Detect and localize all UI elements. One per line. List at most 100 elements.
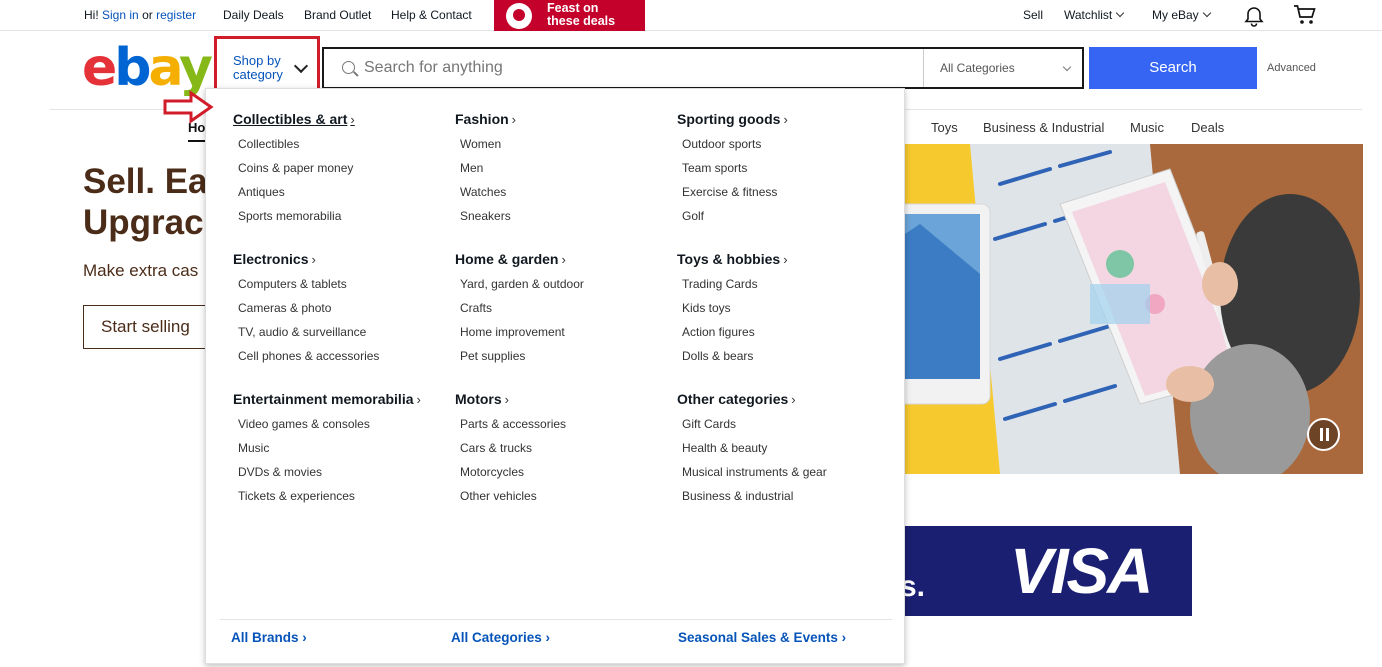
subcategory-link[interactable]: Music	[238, 441, 269, 455]
subcategory-link[interactable]: Home improvement	[460, 325, 565, 339]
chevron-right-icon: ›	[561, 252, 566, 267]
hero-title-line-1: Sell. Ea	[83, 162, 208, 201]
subcategory-link[interactable]: Coins & paper money	[238, 161, 353, 175]
footer-link-label: All Categories	[451, 630, 542, 645]
brand-outlet-link[interactable]: Brand Outlet	[304, 8, 371, 22]
sell-link[interactable]: Sell	[1023, 8, 1043, 22]
cart-icon[interactable]	[1293, 4, 1317, 26]
subcategory-link[interactable]: Video games & consoles	[238, 417, 370, 431]
subcategory-link[interactable]: Crafts	[460, 301, 492, 315]
subcategory-link[interactable]: Yard, garden & outdoor	[460, 277, 584, 291]
subcategory-link[interactable]: Exercise & fitness	[682, 185, 777, 199]
subcategory-link[interactable]: Antiques	[238, 185, 285, 199]
chevron-right-icon: ›	[504, 392, 510, 407]
chevron-right-icon: ›	[350, 112, 355, 127]
top-bar: Hi! Sign in or register Daily Deals Bran…	[0, 0, 1382, 31]
subcategory-link[interactable]: Action figures	[682, 325, 755, 339]
chevron-right-icon: ›	[511, 112, 517, 127]
category-heading-other-categories[interactable]: Other categories ›	[677, 391, 796, 407]
subcategory-link[interactable]: Motorcycles	[460, 465, 524, 479]
category-heading-entertainment-memorabilia[interactable]: Entertainment memorabilia ›	[233, 391, 421, 407]
register-link[interactable]: register	[156, 8, 196, 22]
all-brands-link[interactable]: All Brands ›	[231, 630, 307, 645]
subcategory-link[interactable]: TV, audio & surveillance	[238, 325, 366, 339]
or-text: or	[142, 8, 153, 22]
chevron-right-icon: ›	[783, 252, 788, 267]
subcategory-link[interactable]: Sports memorabilia	[238, 209, 341, 223]
footer-link-label: All Brands	[231, 630, 299, 645]
subcategory-link[interactable]: Sneakers	[460, 209, 511, 223]
subcategory-link[interactable]: Musical instruments & gear	[682, 465, 827, 479]
help-contact-link[interactable]: Help & Contact	[391, 8, 472, 22]
subcategory-link[interactable]: Team sports	[682, 161, 747, 175]
advanced-search-link[interactable]: Advanced	[1267, 62, 1316, 74]
category-heading-label: Entertainment memorabilia	[233, 391, 414, 407]
category-heading-electronics[interactable]: Electronics ›	[233, 251, 316, 267]
subcategory-link[interactable]: Women	[460, 137, 501, 151]
all-categories-link[interactable]: All Categories ›	[451, 630, 550, 645]
category-heading-label: Electronics	[233, 251, 309, 267]
watchlist-label: Watchlist	[1064, 8, 1113, 22]
subcategory-link[interactable]: Parts & accessories	[460, 417, 566, 431]
category-heading-label: Motors	[455, 391, 502, 407]
chevron-right-icon: ›	[783, 112, 788, 127]
promo-line-1: Feast on	[547, 1, 599, 15]
category-dropdown: Collectibles & art › Collectibles Coins &…	[205, 88, 905, 664]
category-heading-label: Toys & hobbies	[677, 251, 781, 267]
subcategory-link[interactable]: Trading Cards	[682, 277, 758, 291]
chevron-down-icon	[1062, 62, 1072, 72]
category-heading-toys-hobbies[interactable]: Toys & hobbies ›	[677, 251, 788, 267]
subcategory-link[interactable]: Cars & trucks	[460, 441, 532, 455]
search-input[interactable]	[364, 55, 904, 81]
category-select-value: All Categories	[940, 61, 1015, 75]
watchlist-menu[interactable]: Watchlist	[1064, 8, 1125, 22]
subcategory-link[interactable]: Other vehicles	[460, 489, 537, 503]
pause-icon[interactable]	[1307, 418, 1340, 451]
footer-link-label: Seasonal Sales & Events	[678, 630, 838, 645]
subcategory-link[interactable]: Kids toys	[682, 301, 731, 315]
subcategory-link[interactable]: Cameras & photo	[238, 301, 331, 315]
subcategory-link[interactable]: DVDs & movies	[238, 465, 322, 479]
ebay-logo[interactable]: ebay	[82, 38, 213, 98]
category-heading-home-garden[interactable]: Home & garden ›	[455, 251, 566, 267]
subcategory-link[interactable]: Business & industrial	[682, 489, 793, 503]
category-heading-motors[interactable]: Motors ›	[455, 391, 509, 407]
notification-bell-icon[interactable]	[1243, 5, 1265, 27]
chevron-right-icon: ›	[545, 630, 551, 645]
subcategory-link[interactable]: Gift Cards	[682, 417, 736, 431]
chevron-right-icon: ›	[791, 392, 796, 407]
hero-title-line-2: Upgrac	[83, 203, 204, 242]
category-heading-collectibles-art[interactable]: Collectibles & art ›	[233, 111, 355, 127]
nav-item-music[interactable]: Music	[1130, 120, 1164, 135]
category-heading-label: Sporting goods	[677, 111, 781, 127]
logo-letter-b: b	[114, 38, 151, 98]
subcategory-link[interactable]: Men	[460, 161, 483, 175]
subcategory-link[interactable]: Tickets & experiences	[238, 489, 355, 503]
subcategory-link[interactable]: Dolls & bears	[682, 349, 753, 363]
subcategory-link[interactable]: Watches	[460, 185, 506, 199]
chevron-down-icon	[293, 58, 309, 74]
category-heading-sporting-goods[interactable]: Sporting goods ›	[677, 111, 788, 127]
promo-banner[interactable]: Feast on these deals	[494, 0, 645, 31]
nav-item-deals[interactable]: Deals	[1191, 120, 1224, 135]
subcategory-link[interactable]: Collectibles	[238, 137, 299, 151]
subcategory-link[interactable]: Health & beauty	[682, 441, 767, 455]
subcategory-link[interactable]: Cell phones & accessories	[238, 349, 379, 363]
subcategory-link[interactable]: Golf	[682, 209, 704, 223]
sign-in-link[interactable]: Sign in	[102, 8, 139, 22]
nav-item-toys[interactable]: Toys	[931, 120, 958, 135]
search-button[interactable]: Search	[1089, 47, 1257, 89]
category-heading-fashion[interactable]: Fashion ›	[455, 111, 516, 127]
seasonal-sales-events-link[interactable]: Seasonal Sales & Events ›	[678, 630, 846, 645]
daily-deals-link[interactable]: Daily Deals	[223, 8, 284, 22]
promo-text: Feast on these deals	[547, 2, 637, 28]
subcategory-link[interactable]: Pet supplies	[460, 349, 525, 363]
subcategory-link[interactable]: Computers & tablets	[238, 277, 347, 291]
hero-title: Sell. Ea Upgrac	[83, 161, 208, 243]
my-ebay-menu[interactable]: My eBay	[1152, 8, 1211, 22]
nav-item-business-industrial[interactable]: Business & Industrial	[983, 120, 1104, 135]
subcategory-link[interactable]: Outdoor sports	[682, 137, 761, 151]
category-select[interactable]: All Categories	[923, 49, 1082, 87]
search-bar: All Categories	[322, 47, 1084, 89]
category-heading-label: Home & garden	[455, 251, 559, 267]
